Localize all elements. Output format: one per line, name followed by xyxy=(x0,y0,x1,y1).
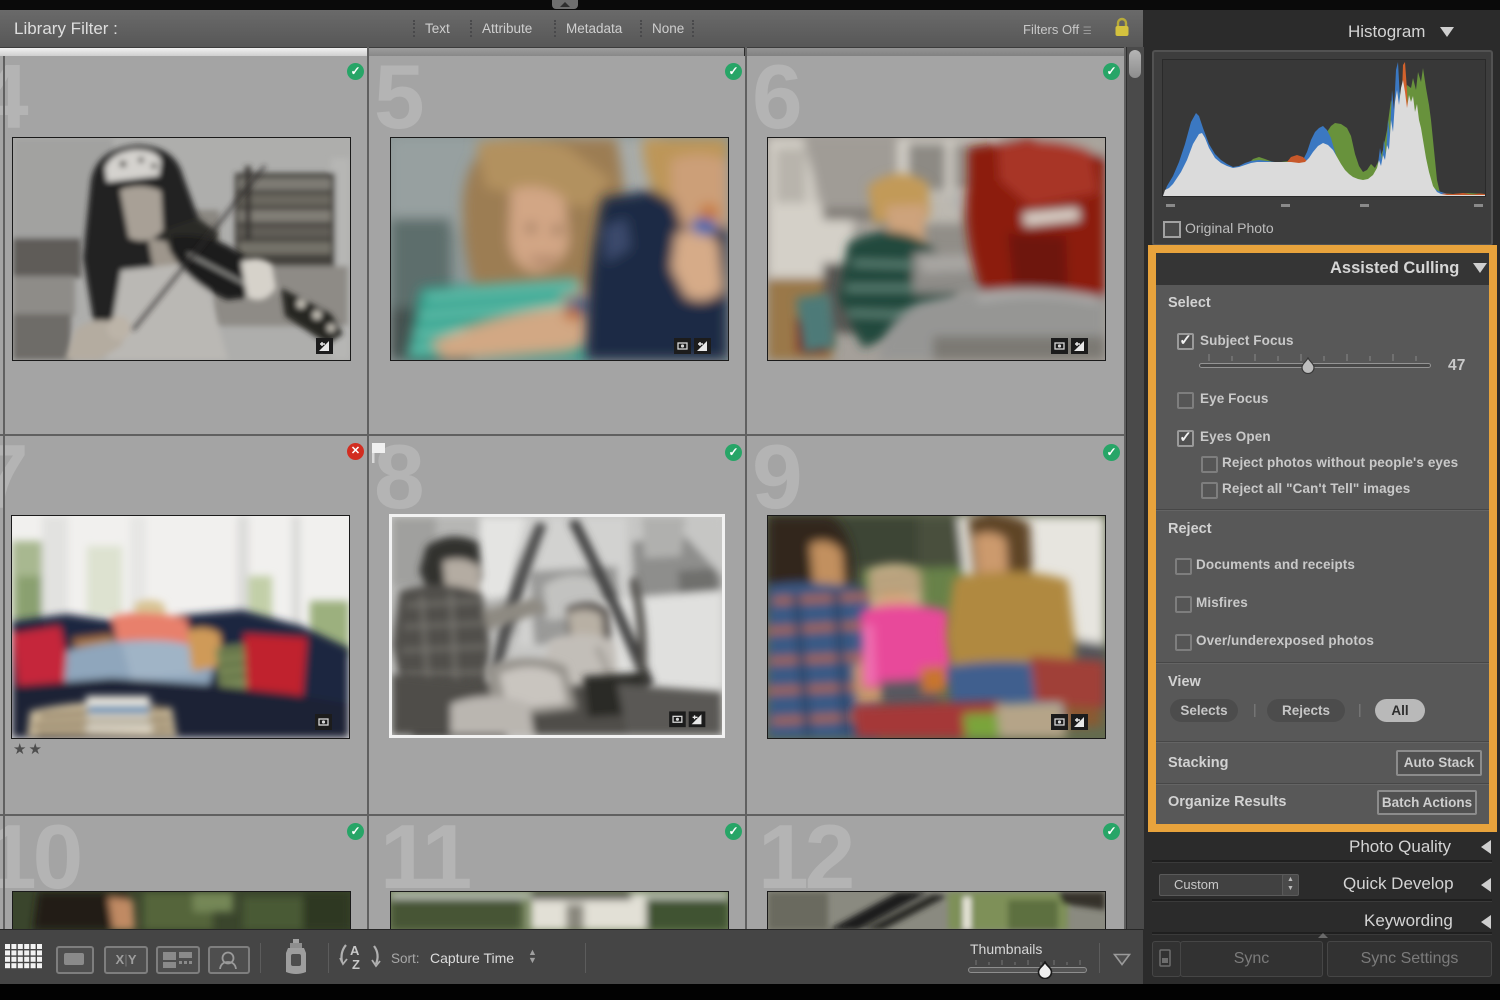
svg-text:Z: Z xyxy=(352,957,360,972)
svg-text:A: A xyxy=(350,943,360,958)
